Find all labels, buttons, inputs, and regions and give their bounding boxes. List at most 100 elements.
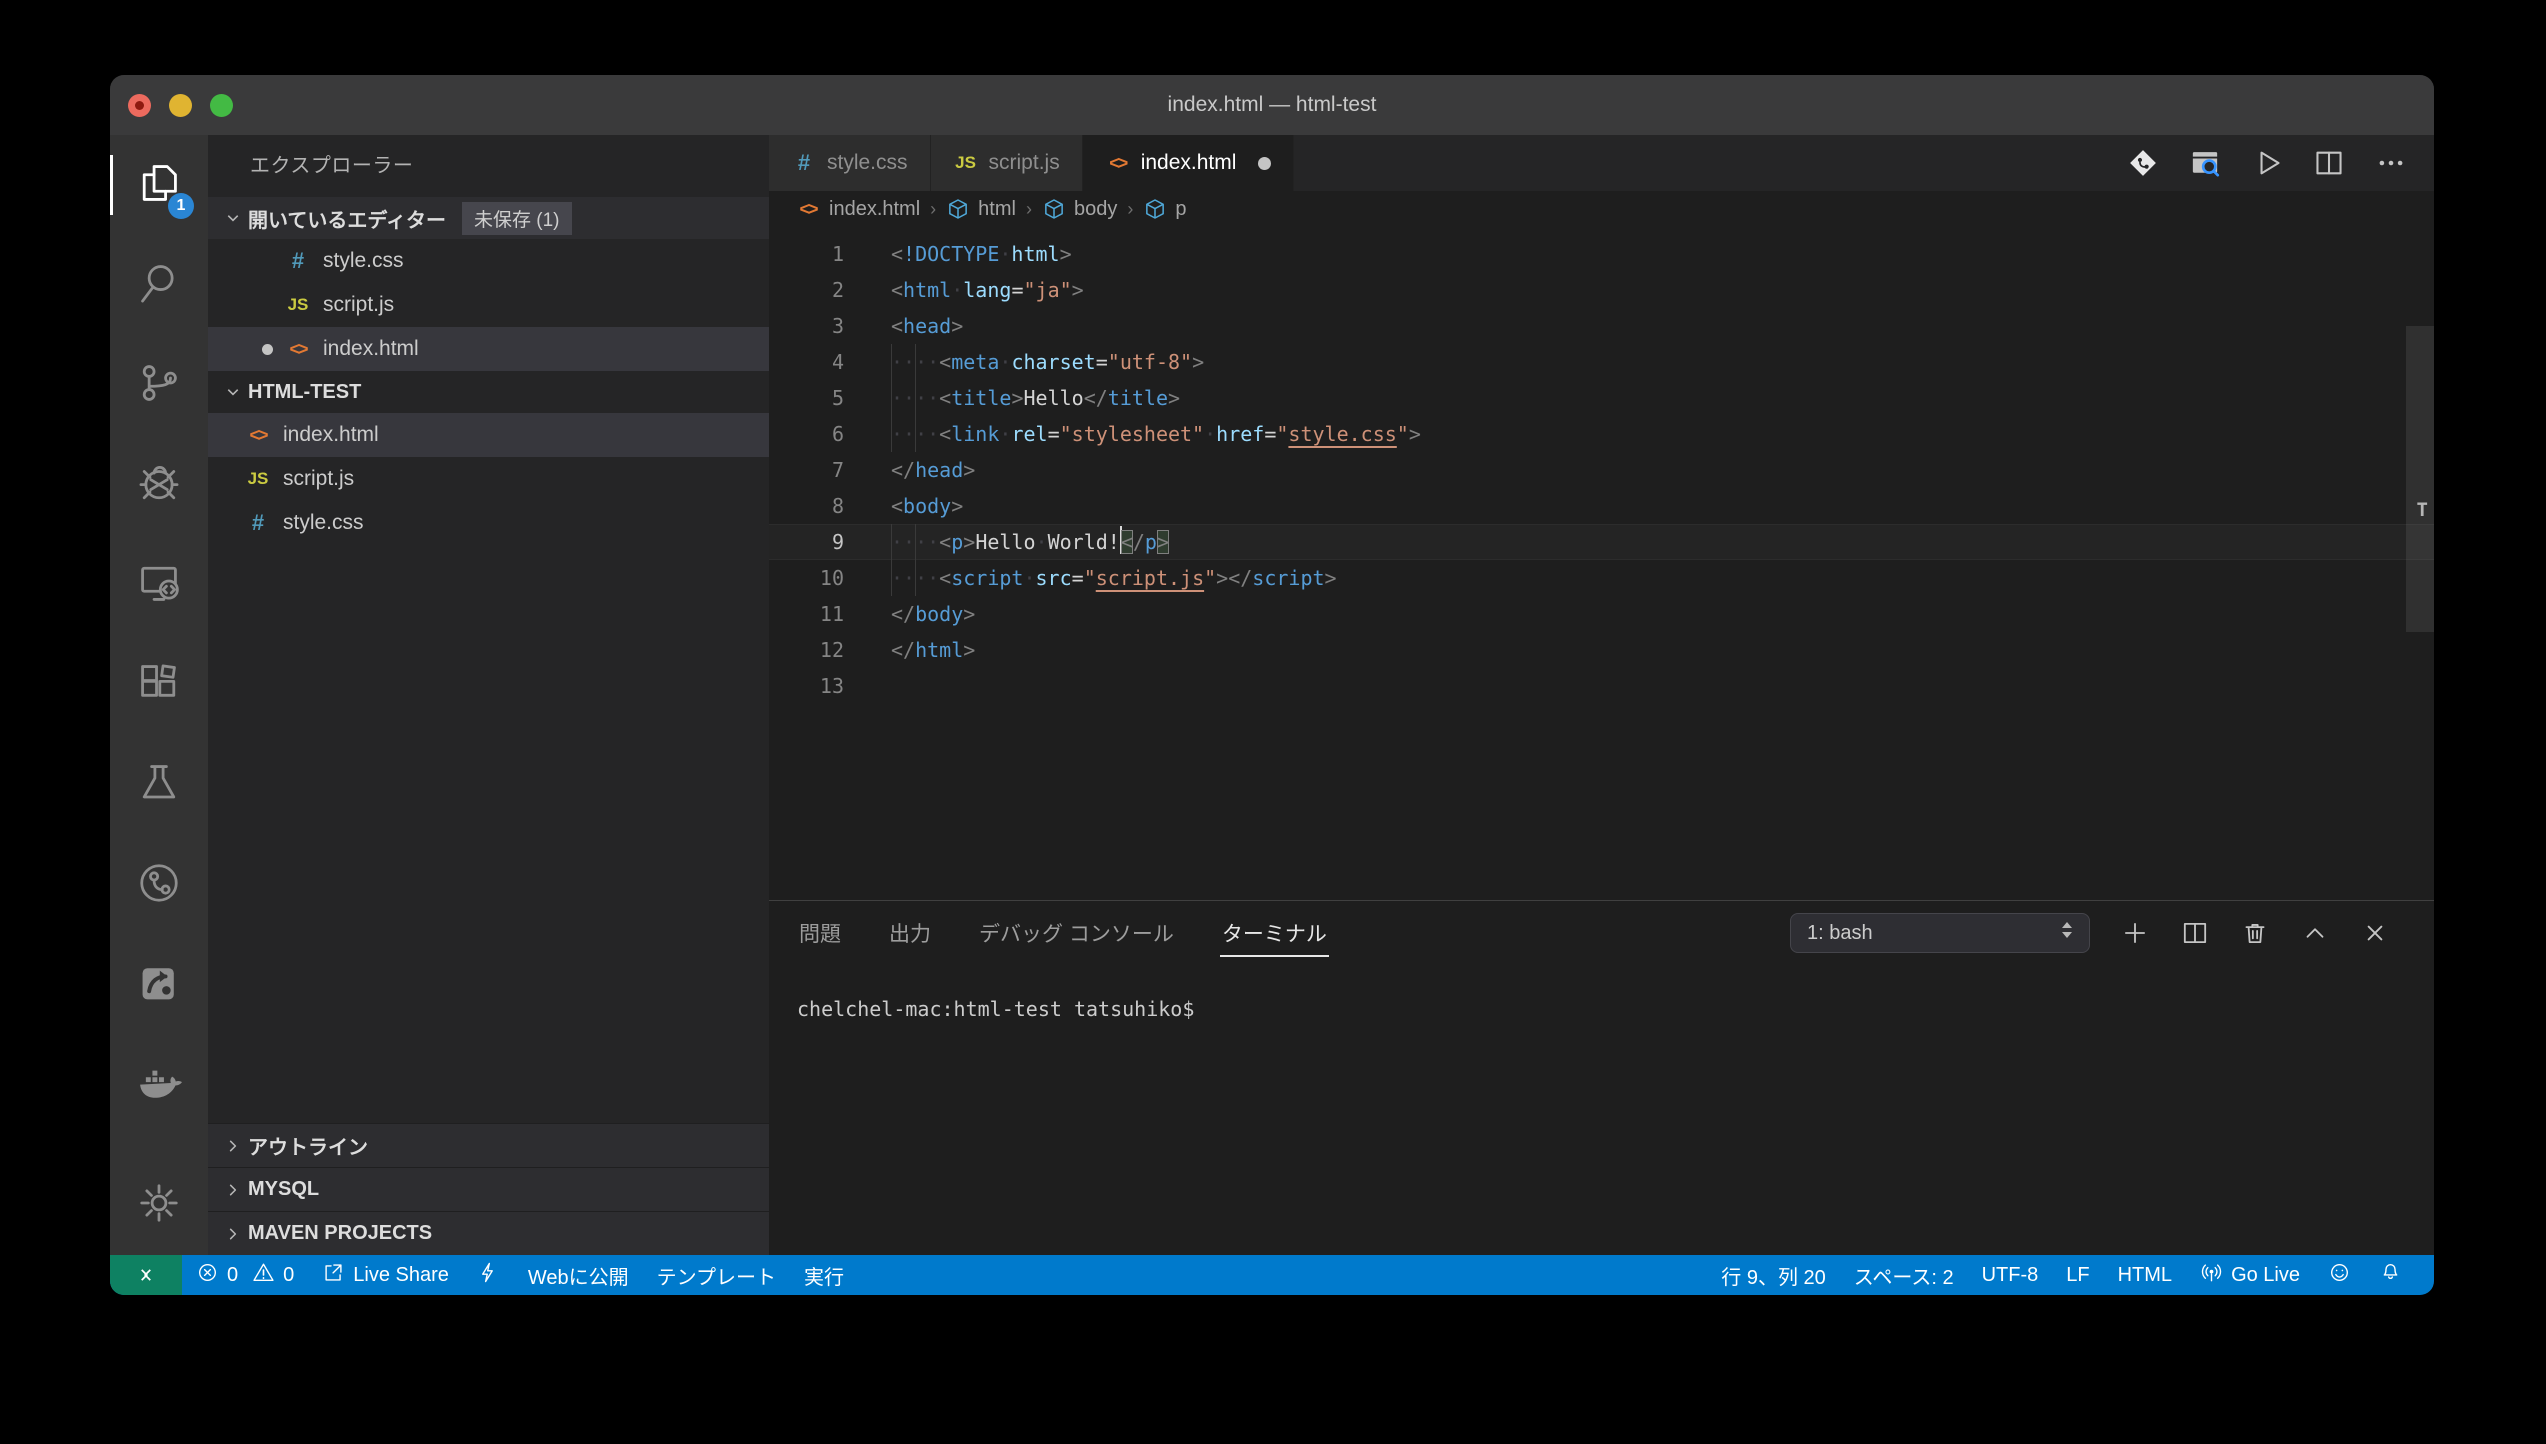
tab-style.css[interactable]: #style.css: [769, 135, 931, 191]
window-title: index.html — html-test: [110, 93, 2434, 117]
status-item-live-share[interactable]: Live Share: [308, 1255, 463, 1295]
indent-guide: [915, 344, 916, 380]
close-panel-icon[interactable]: [2360, 918, 2390, 948]
code-line-2[interactable]: 2<html·lang="ja">: [769, 272, 2434, 308]
run-icon[interactable]: [2250, 146, 2284, 180]
activity-bar-item-settings[interactable]: [110, 1155, 208, 1255]
breadcrumb-body[interactable]: body: [1042, 197, 1117, 221]
tab-dirty-dot[interactable]: [1258, 157, 1271, 170]
docker-icon: [136, 1060, 182, 1111]
activity-bar-item-remote-explorer[interactable]: [110, 535, 208, 635]
panel-tab-問題[interactable]: 問題: [797, 898, 843, 968]
status-label: 実行: [804, 1261, 844, 1290]
panel-tab-デバッグ コンソール[interactable]: デバッグ コンソール: [977, 898, 1176, 968]
file-row-script.js[interactable]: JSscript.js: [208, 457, 769, 501]
minimize-window-button[interactable]: [169, 94, 192, 117]
line-number: 4: [769, 344, 844, 380]
line-text: <!DOCTYPE·html>: [891, 236, 1072, 272]
status-item-feedback[interactable]: [2314, 1255, 2365, 1295]
code-line-10[interactable]: 10····<script·src="script.js"></script>: [769, 560, 2434, 596]
activity-bar-item-live-share[interactable]: [110, 935, 208, 1035]
file-row-style.css[interactable]: #style.css: [208, 239, 769, 283]
code-line-3[interactable]: 3<head>: [769, 308, 2434, 344]
status-item-eol[interactable]: LF: [2052, 1255, 2103, 1295]
status-item-lightning[interactable]: [463, 1255, 514, 1295]
status-item-notifications[interactable]: [2365, 1255, 2416, 1295]
split-editor-icon[interactable]: [2312, 146, 2346, 180]
zoom-window-button[interactable]: [210, 94, 233, 117]
tab-index.html[interactable]: <>index.html: [1083, 135, 1295, 191]
status-item-encoding[interactable]: UTF-8: [1968, 1255, 2053, 1295]
token-tag: body: [915, 602, 963, 626]
file-row-style.css[interactable]: #style.css: [208, 501, 769, 545]
activity-bar-item-extensions[interactable]: [110, 635, 208, 735]
breadcrumb-file-label: index.html: [829, 198, 920, 221]
sidebar-section-MAVEN PROJECTS[interactable]: MAVEN PROJECTS: [208, 1211, 769, 1255]
split-terminal-icon[interactable]: [2180, 918, 2210, 948]
file-row-index.html[interactable]: <>index.html: [208, 413, 769, 457]
workspace-header[interactable]: HTML-TEST: [208, 371, 769, 413]
activity-bar-item-explorer[interactable]: 1: [110, 135, 208, 235]
breadcrumb-html[interactable]: html: [946, 197, 1016, 221]
token-p: >: [963, 602, 975, 626]
token-attr: rel: [1011, 422, 1047, 446]
status-item-publish-web[interactable]: Webに公開: [514, 1255, 643, 1295]
titlebar[interactable]: index.html — html-test: [110, 75, 2434, 135]
activity-bar-item-source-control[interactable]: [110, 335, 208, 435]
sidebar-section-MYSQL[interactable]: MYSQL: [208, 1167, 769, 1211]
status-item-run[interactable]: 実行: [790, 1255, 858, 1295]
minimap[interactable]: T: [2406, 227, 2434, 900]
activity-bar-item-circleci[interactable]: [110, 835, 208, 935]
breadcrumb-file[interactable]: <> index.html: [795, 198, 920, 221]
status-item-template[interactable]: テンプレート: [643, 1255, 790, 1295]
close-window-button[interactable]: [128, 94, 151, 117]
code-line-6[interactable]: 6····<link·rel="stylesheet"·href="style.…: [769, 416, 2434, 452]
indent-guide: [915, 560, 916, 596]
token-attr: html: [1011, 242, 1059, 266]
code-line-9[interactable]: 9····<p>Hello·World!</p>: [769, 524, 2434, 560]
open-editors-header[interactable]: 開いているエディター 未保存 (1): [208, 197, 769, 239]
kill-terminal-icon[interactable]: [2240, 918, 2270, 948]
code-line-1[interactable]: 1<!DOCTYPE·html>: [769, 236, 2434, 272]
panel-tab-ターミナル[interactable]: ターミナル: [1220, 898, 1329, 968]
sidebar-section-アウトライン[interactable]: アウトライン: [208, 1123, 769, 1167]
tab-script.js[interactable]: JSscript.js: [931, 135, 1083, 191]
minimap-slider[interactable]: [2406, 326, 2434, 632]
open-preview-icon[interactable]: [2188, 146, 2222, 180]
breadcrumb-p[interactable]: p: [1143, 197, 1186, 221]
panel-tab-出力[interactable]: 出力: [887, 898, 933, 968]
code-line-12[interactable]: 12</html>: [769, 632, 2434, 668]
code-line-11[interactable]: 11</body>: [769, 596, 2434, 632]
activity-bar-item-testing[interactable]: [110, 735, 208, 835]
html-file-icon: <>: [795, 199, 821, 220]
status-item-problems[interactable]: 00: [182, 1255, 308, 1295]
status-label: Live Share: [353, 1264, 449, 1287]
code-line-8[interactable]: 8<body>: [769, 488, 2434, 524]
status-item-cursor-position[interactable]: 行 9、列 20: [1707, 1255, 1839, 1295]
terminal[interactable]: chelchel-mac:html-test tatsuhiko$: [769, 965, 2434, 1255]
breadcrumb-separator: ›: [1026, 199, 1032, 220]
status-item-indentation[interactable]: スペース: 2: [1840, 1255, 1968, 1295]
status-item-language-mode[interactable]: HTML: [2104, 1255, 2186, 1295]
code-editor[interactable]: 1<!DOCTYPE·html>2<html·lang="ja">3<head>…: [769, 227, 2434, 900]
open-changes-icon[interactable]: [2126, 146, 2160, 180]
remote-indicator[interactable]: [110, 1255, 182, 1295]
activity-bar-item-search[interactable]: [110, 235, 208, 335]
code-line-5[interactable]: 5····<title>Hello</title>: [769, 380, 2434, 416]
code-line-13[interactable]: 13: [769, 668, 2434, 704]
terminal-shell-select[interactable]: 1: bash: [1790, 913, 2090, 953]
code-line-4[interactable]: 4····<meta·charset="utf-8">: [769, 344, 2434, 380]
section-label: MYSQL: [248, 1178, 319, 1201]
token-attr: src: [1036, 566, 1072, 590]
file-row-script.js[interactable]: JSscript.js: [208, 283, 769, 327]
new-terminal-icon[interactable]: [2120, 918, 2150, 948]
activity-bar-item-docker[interactable]: [110, 1035, 208, 1135]
token-attr: lang: [963, 278, 1011, 302]
activity-bar-item-debug[interactable]: [110, 435, 208, 535]
status-item-go-live[interactable]: Go Live: [2186, 1255, 2314, 1295]
file-row-index.html[interactable]: <>index.html: [208, 327, 769, 371]
more-actions-icon[interactable]: [2374, 146, 2408, 180]
indent-guide: [915, 524, 916, 560]
maximize-panel-icon[interactable]: [2300, 918, 2330, 948]
code-line-7[interactable]: 7</head>: [769, 452, 2434, 488]
